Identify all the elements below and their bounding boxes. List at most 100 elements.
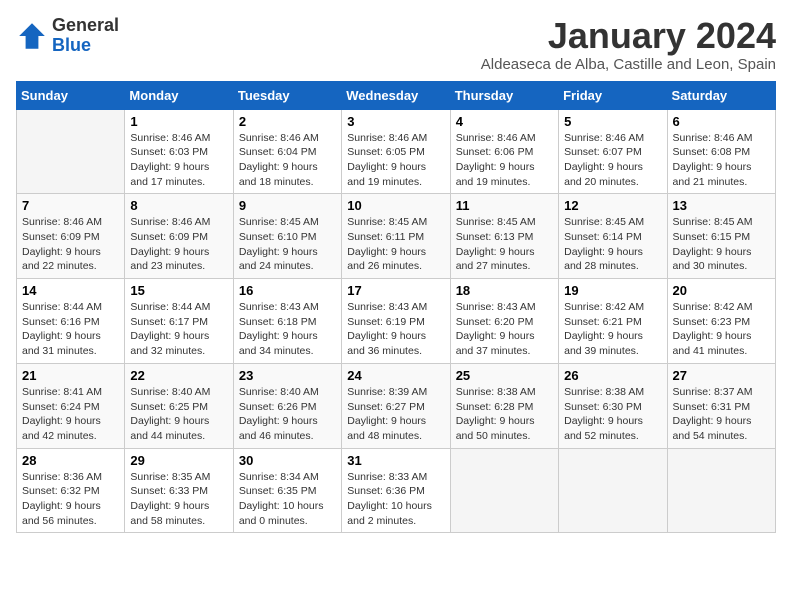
- day-info: Sunrise: 8:37 AMSunset: 6:31 PMDaylight:…: [673, 385, 770, 444]
- calendar-header: SundayMondayTuesdayWednesdayThursdayFrid…: [17, 81, 776, 109]
- calendar-cell: 22 Sunrise: 8:40 AMSunset: 6:25 PMDayligh…: [125, 363, 233, 448]
- day-number: 12: [564, 198, 661, 213]
- day-info: Sunrise: 8:45 AMSunset: 6:14 PMDaylight:…: [564, 215, 661, 274]
- calendar-table: SundayMondayTuesdayWednesdayThursdayFrid…: [16, 81, 776, 534]
- title-block: January 2024 Aldeaseca de Alba, Castille…: [481, 16, 776, 73]
- day-of-week-header: Monday: [125, 81, 233, 109]
- day-info: Sunrise: 8:45 AMSunset: 6:13 PMDaylight:…: [456, 215, 553, 274]
- day-number: 24: [347, 368, 444, 383]
- day-number: 30: [239, 453, 336, 468]
- calendar-cell: 2 Sunrise: 8:46 AMSunset: 6:04 PMDaylight…: [233, 109, 341, 194]
- day-number: 15: [130, 283, 227, 298]
- calendar-cell: 26Sunrise: 8:38 AMSunset: 6:30 PMDayligh…: [559, 363, 667, 448]
- calendar-cell: 30 Sunrise: 8:34 AMSunset: 6:35 PMDayligh…: [233, 448, 341, 533]
- day-info: Sunrise: 8:42 AMSunset: 6:21 PMDaylight:…: [564, 300, 661, 359]
- day-info: Sunrise: 8:43 AMSunset: 6:20 PMDaylight:…: [456, 300, 553, 359]
- calendar-week-row: 28 Sunrise: 8:36 AMSunset: 6:32 PMDayligh…: [17, 448, 776, 533]
- day-info: Sunrise: 8:40 AMSunset: 6:26 PMDaylight:…: [239, 385, 336, 444]
- day-number: 25: [456, 368, 553, 383]
- calendar-cell: 9Sunrise: 8:45 AMSunset: 6:10 PMDaylight…: [233, 194, 341, 279]
- day-number: 31: [347, 453, 444, 468]
- day-number: 2: [239, 114, 336, 129]
- day-number: 13: [673, 198, 770, 213]
- day-info: Sunrise: 8:36 AMSunset: 6:32 PMDaylight:…: [22, 470, 119, 529]
- day-info: Sunrise: 8:46 AMSunset: 6:08 PMDaylight:…: [673, 131, 770, 190]
- calendar-cell: 16Sunrise: 8:43 AMSunset: 6:18 PMDayligh…: [233, 279, 341, 364]
- subtitle: Aldeaseca de Alba, Castille and Leon, Sp…: [481, 56, 776, 73]
- day-number: 21: [22, 368, 119, 383]
- calendar-cell: [17, 109, 125, 194]
- calendar-cell: 20 Sunrise: 8:42 AMSunset: 6:23 PMDayligh…: [667, 279, 775, 364]
- day-info: Sunrise: 8:45 AMSunset: 6:11 PMDaylight:…: [347, 215, 444, 274]
- calendar-cell: 1 Sunrise: 8:46 AMSunset: 6:03 PMDaylight…: [125, 109, 233, 194]
- calendar-cell: 13Sunrise: 8:45 AMSunset: 6:15 PMDayligh…: [667, 194, 775, 279]
- logo: General Blue: [16, 16, 119, 56]
- day-info: Sunrise: 8:38 AMSunset: 6:28 PMDaylight:…: [456, 385, 553, 444]
- day-number: 20: [673, 283, 770, 298]
- calendar-cell: 11Sunrise: 8:45 AMSunset: 6:13 PMDayligh…: [450, 194, 558, 279]
- calendar-cell: 8 Sunrise: 8:46 AMSunset: 6:09 PMDaylight…: [125, 194, 233, 279]
- calendar-week-row: 14Sunrise: 8:44 AMSunset: 6:16 PMDayligh…: [17, 279, 776, 364]
- calendar-cell: 4Sunrise: 8:46 AMSunset: 6:06 PMDaylight…: [450, 109, 558, 194]
- day-number: 23: [239, 368, 336, 383]
- day-number: 7: [22, 198, 119, 213]
- day-number: 10: [347, 198, 444, 213]
- calendar-cell: 18 Sunrise: 8:43 AMSunset: 6:20 PMDayligh…: [450, 279, 558, 364]
- day-number: 26: [564, 368, 661, 383]
- day-number: 8: [130, 198, 227, 213]
- calendar-cell: 25 Sunrise: 8:38 AMSunset: 6:28 PMDayligh…: [450, 363, 558, 448]
- day-info: Sunrise: 8:35 AMSunset: 6:33 PMDaylight:…: [130, 470, 227, 529]
- day-of-week-header: Tuesday: [233, 81, 341, 109]
- day-info: Sunrise: 8:41 AMSunset: 6:24 PMDaylight:…: [22, 385, 119, 444]
- day-info: Sunrise: 8:46 AMSunset: 6:07 PMDaylight:…: [564, 131, 661, 190]
- day-number: 18: [456, 283, 553, 298]
- day-number: 22: [130, 368, 227, 383]
- days-of-week-row: SundayMondayTuesdayWednesdayThursdayFrid…: [17, 81, 776, 109]
- day-of-week-header: Friday: [559, 81, 667, 109]
- calendar-cell: 10 Sunrise: 8:45 AMSunset: 6:11 PMDayligh…: [342, 194, 450, 279]
- calendar-week-row: 21 Sunrise: 8:41 AMSunset: 6:24 PMDayligh…: [17, 363, 776, 448]
- day-info: Sunrise: 8:44 AMSunset: 6:17 PMDaylight:…: [130, 300, 227, 359]
- day-info: Sunrise: 8:42 AMSunset: 6:23 PMDaylight:…: [673, 300, 770, 359]
- logo-text: General Blue: [52, 16, 119, 56]
- day-number: 9: [239, 198, 336, 213]
- day-info: Sunrise: 8:46 AMSunset: 6:06 PMDaylight:…: [456, 131, 553, 190]
- calendar-week-row: 1 Sunrise: 8:46 AMSunset: 6:03 PMDaylight…: [17, 109, 776, 194]
- day-of-week-header: Thursday: [450, 81, 558, 109]
- calendar-cell: 6 Sunrise: 8:46 AMSunset: 6:08 PMDaylight…: [667, 109, 775, 194]
- day-number: 17: [347, 283, 444, 298]
- calendar-cell: [559, 448, 667, 533]
- calendar-cell: 31Sunrise: 8:33 AMSunset: 6:36 PMDayligh…: [342, 448, 450, 533]
- calendar-cell: 3Sunrise: 8:46 AMSunset: 6:05 PMDaylight…: [342, 109, 450, 194]
- day-of-week-header: Wednesday: [342, 81, 450, 109]
- day-number: 1: [130, 114, 227, 129]
- calendar-cell: 15 Sunrise: 8:44 AMSunset: 6:17 PMDayligh…: [125, 279, 233, 364]
- day-number: 5: [564, 114, 661, 129]
- calendar-cell: 24 Sunrise: 8:39 AMSunset: 6:27 PMDayligh…: [342, 363, 450, 448]
- day-number: 6: [673, 114, 770, 129]
- calendar-cell: 23 Sunrise: 8:40 AMSunset: 6:26 PMDayligh…: [233, 363, 341, 448]
- calendar-cell: [450, 448, 558, 533]
- day-info: Sunrise: 8:39 AMSunset: 6:27 PMDaylight:…: [347, 385, 444, 444]
- day-info: Sunrise: 8:46 AMSunset: 6:09 PMDaylight:…: [22, 215, 119, 274]
- day-number: 14: [22, 283, 119, 298]
- calendar-cell: 27Sunrise: 8:37 AMSunset: 6:31 PMDayligh…: [667, 363, 775, 448]
- day-number: 19: [564, 283, 661, 298]
- day-info: Sunrise: 8:34 AMSunset: 6:35 PMDaylight:…: [239, 470, 336, 529]
- calendar-cell: 19 Sunrise: 8:42 AMSunset: 6:21 PMDayligh…: [559, 279, 667, 364]
- calendar-cell: 14Sunrise: 8:44 AMSunset: 6:16 PMDayligh…: [17, 279, 125, 364]
- calendar-cell: 7 Sunrise: 8:46 AMSunset: 6:09 PMDaylight…: [17, 194, 125, 279]
- day-info: Sunrise: 8:46 AMSunset: 6:04 PMDaylight:…: [239, 131, 336, 190]
- day-info: Sunrise: 8:40 AMSunset: 6:25 PMDaylight:…: [130, 385, 227, 444]
- page-header: General Blue January 2024 Aldeaseca de A…: [16, 16, 776, 73]
- calendar-cell: 17 Sunrise: 8:43 AMSunset: 6:19 PMDayligh…: [342, 279, 450, 364]
- day-info: Sunrise: 8:46 AMSunset: 6:03 PMDaylight:…: [130, 131, 227, 190]
- day-number: 3: [347, 114, 444, 129]
- day-number: 28: [22, 453, 119, 468]
- calendar-cell: 29Sunrise: 8:35 AMSunset: 6:33 PMDayligh…: [125, 448, 233, 533]
- day-info: Sunrise: 8:43 AMSunset: 6:19 PMDaylight:…: [347, 300, 444, 359]
- calendar-cell: [667, 448, 775, 533]
- day-info: Sunrise: 8:46 AMSunset: 6:09 PMDaylight:…: [130, 215, 227, 274]
- day-of-week-header: Saturday: [667, 81, 775, 109]
- day-of-week-header: Sunday: [17, 81, 125, 109]
